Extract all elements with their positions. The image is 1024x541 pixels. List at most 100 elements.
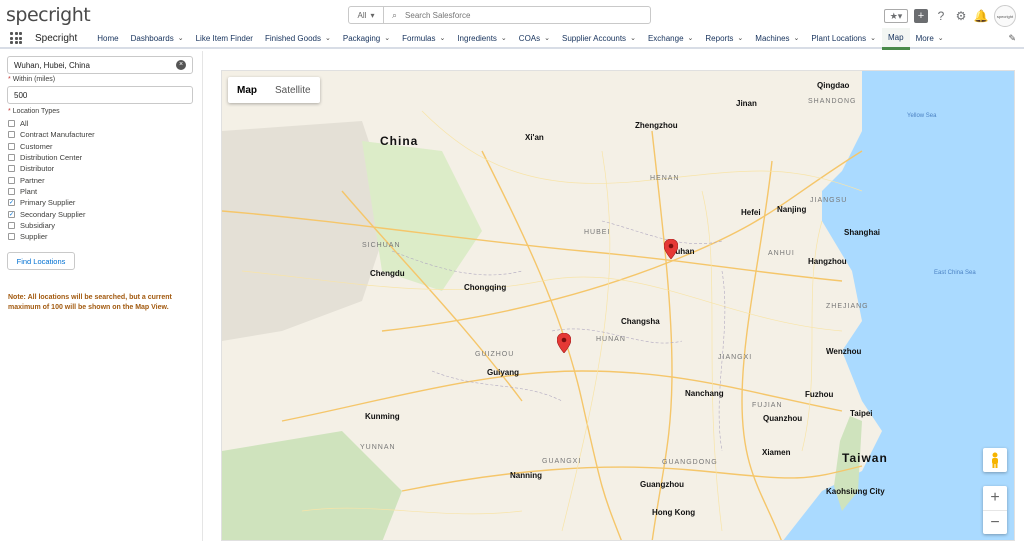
chevron-down-icon[interactable]: ⌄ <box>630 34 636 42</box>
app-launcher-icon[interactable] <box>10 32 22 44</box>
nav-item-label: Home <box>97 33 119 43</box>
chevron-down-icon[interactable]: ⌄ <box>794 34 800 42</box>
bell-icon[interactable]: 🔔 <box>974 9 989 23</box>
location-type-distributor[interactable]: Distributor <box>8 163 95 174</box>
location-search-input[interactable]: Wuhan, Hubei, China × <box>7 56 193 74</box>
map-label: Nanchang <box>685 389 724 398</box>
chevron-down-icon[interactable]: ⌄ <box>938 34 944 42</box>
map-label: Taipei <box>850 409 873 418</box>
map-marker-wuhan[interactable] <box>664 239 678 259</box>
nav-item-plant-locations[interactable]: Plant Locations ⌄ <box>805 29 882 47</box>
location-type-plant[interactable]: Plant <box>8 186 95 197</box>
street-view-pegman-icon[interactable] <box>983 448 1007 472</box>
location-type-all[interactable]: All <box>8 118 95 129</box>
checkbox[interactable] <box>8 176 15 184</box>
location-type-contract-manufacturer[interactable]: Contract Manufacturer <box>8 129 95 140</box>
search-input[interactable] <box>405 10 606 20</box>
checkbox[interactable] <box>8 142 15 150</box>
nav-item-label: More <box>915 33 934 43</box>
map-marker-huaihua[interactable] <box>557 333 571 353</box>
map-type-satellite-button[interactable]: Satellite <box>266 77 320 103</box>
checkbox-label: Primary Supplier <box>20 198 76 208</box>
checkbox-label: Secondary Supplier <box>20 209 86 219</box>
location-type-subsidiary[interactable]: Subsidiary <box>8 220 95 231</box>
map-label: Taiwan <box>842 451 888 465</box>
location-type-secondary-supplier[interactable]: ✓ Secondary Supplier <box>8 208 95 219</box>
find-locations-button[interactable]: Find Locations <box>7 252 75 270</box>
nav-item-home[interactable]: Home <box>91 29 124 47</box>
map-label: Hong Kong <box>652 508 696 517</box>
zoom-out-button[interactable]: − <box>983 510 1007 534</box>
nav-item-map[interactable]: Map <box>882 28 910 50</box>
nav-item-label: Supplier Accounts <box>562 33 627 43</box>
checkbox[interactable]: ✓ <box>8 210 15 218</box>
chevron-down-icon[interactable]: ⌄ <box>737 34 743 42</box>
map-label: Changsha <box>621 317 660 326</box>
chevron-down-icon[interactable]: ⌄ <box>384 34 390 42</box>
checkbox-label: All <box>20 119 29 129</box>
map-label: JIANGXI <box>718 354 753 361</box>
map-label: Qingdao <box>817 81 850 90</box>
within-miles-input[interactable]: 500 <box>7 86 193 104</box>
chevron-down-icon[interactable]: ⌄ <box>544 34 550 42</box>
map-label: Nanning <box>510 471 542 480</box>
edit-nav-pencil-icon[interactable]: ✎ <box>1008 33 1016 44</box>
checkbox-label: Plant <box>20 186 38 196</box>
map-label: Guangzhou <box>640 480 684 489</box>
zoom-in-button[interactable]: + <box>983 486 1007 510</box>
nav-item-finished-goods[interactable]: Finished Goods ⌄ <box>259 29 337 47</box>
checkbox[interactable] <box>8 221 15 229</box>
location-type-customer[interactable]: Customer <box>8 141 95 152</box>
map-canvas <box>222 71 1014 540</box>
chevron-down-icon[interactable]: ⌄ <box>178 34 184 42</box>
chevron-down-icon[interactable]: ⌄ <box>501 34 507 42</box>
location-type-supplier[interactable]: Supplier <box>8 231 95 242</box>
favorites-star-icon[interactable]: ★▾ <box>884 9 908 23</box>
map-label: Xi'an <box>525 133 544 142</box>
chevron-down-icon[interactable]: ⌄ <box>439 34 445 42</box>
map-label: GUANGXI <box>542 458 582 465</box>
checkbox[interactable]: ✓ <box>8 199 15 207</box>
clear-icon[interactable]: × <box>176 60 186 70</box>
nav-item-ingredients[interactable]: Ingredients ⌄ <box>451 29 512 47</box>
map-search-panel: Wuhan, Hubei, China × * Within (miles) 5… <box>0 51 203 541</box>
map-view[interactable]: China Chengdu Chongqing Zhengzhou Xi'an Wuhan… <box>221 70 1015 541</box>
nav-item-reports[interactable]: Reports ⌄ <box>699 29 749 47</box>
specright-logo[interactable]: specright <box>6 4 91 26</box>
nav-item-label: Formulas <box>402 33 436 43</box>
search-scope-select[interactable]: All ▾ <box>349 7 384 23</box>
checkbox[interactable] <box>8 154 15 162</box>
location-type-primary-supplier[interactable]: ✓ Primary Supplier <box>8 197 95 208</box>
checkbox[interactable] <box>8 187 15 195</box>
nav-item-machines[interactable]: Machines ⌄ <box>749 29 805 47</box>
nav-item-supplier-accounts[interactable]: Supplier Accounts ⌄ <box>556 29 642 47</box>
nav-item-formulas[interactable]: Formulas ⌄ <box>396 29 451 47</box>
checkbox[interactable] <box>8 233 15 241</box>
map-label: Kunming <box>365 412 400 421</box>
checkbox[interactable] <box>8 131 15 139</box>
gear-icon[interactable]: ⚙ <box>954 9 968 23</box>
nav-item-exchange[interactable]: Exchange ⌄ <box>642 29 699 47</box>
help-icon[interactable]: ? <box>934 9 948 23</box>
nav-item-like-item-finder[interactable]: Like Item Finder <box>190 29 259 47</box>
nav-item-label: Plant Locations <box>811 33 867 43</box>
nav-item-coas[interactable]: COAs ⌄ <box>513 29 556 47</box>
global-search: All ▾ ⌕ <box>348 6 651 24</box>
avatar[interactable]: specright <box>994 5 1016 27</box>
checkbox-label: Distributor <box>20 164 55 174</box>
nav-item-dashboards[interactable]: Dashboards ⌄ <box>125 29 190 47</box>
nav-item-label: Packaging <box>342 33 381 43</box>
global-actions-plus-icon[interactable]: + <box>914 9 928 23</box>
nav-item-more[interactable]: More ⌄ <box>910 29 950 47</box>
checkbox[interactable] <box>8 165 15 173</box>
checkbox[interactable] <box>8 120 15 128</box>
nav-item-packaging[interactable]: Packaging ⌄ <box>337 29 396 47</box>
location-type-partner[interactable]: Partner <box>8 174 95 185</box>
chevron-down-icon[interactable]: ⌄ <box>688 34 694 42</box>
map-type-toggle: Map Satellite <box>228 77 320 103</box>
location-type-checklist: All Contract Manufacturer Customer Distribu… <box>8 118 95 242</box>
map-type-map-button[interactable]: Map <box>228 77 266 103</box>
chevron-down-icon[interactable]: ⌄ <box>870 34 876 42</box>
chevron-down-icon[interactable]: ⌄ <box>325 34 331 42</box>
location-type-distribution-center[interactable]: Distribution Center <box>8 152 95 163</box>
